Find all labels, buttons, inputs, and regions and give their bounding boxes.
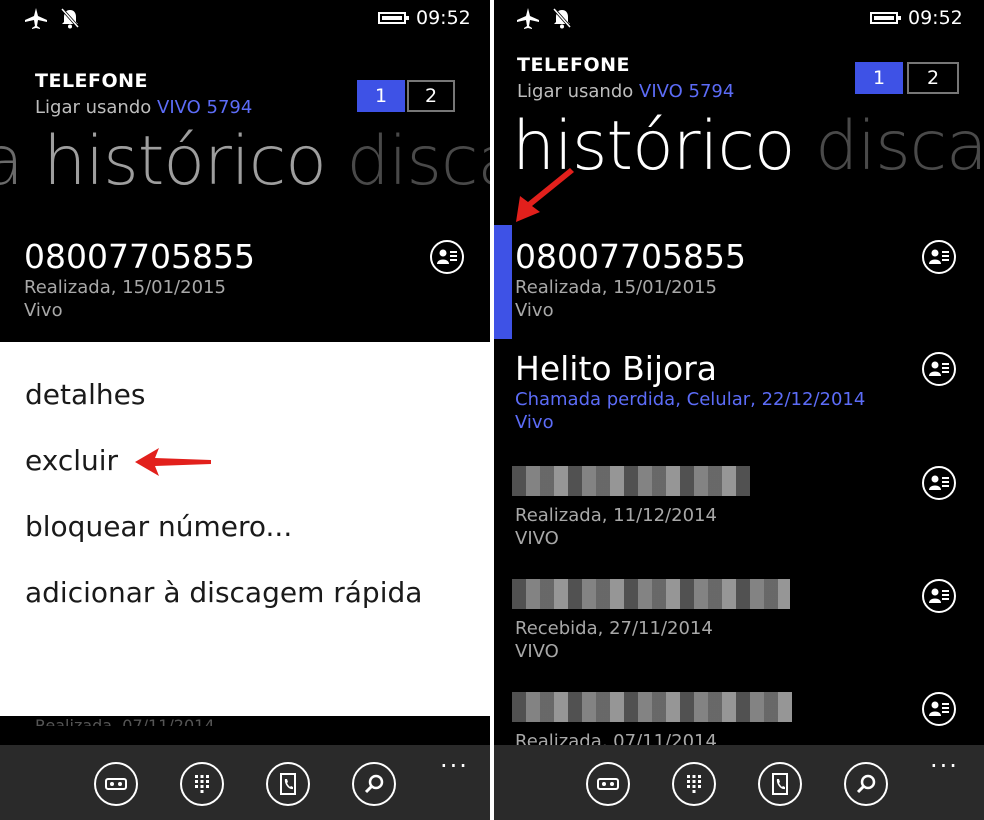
alarm-off-icon — [552, 8, 572, 29]
contact-card-icon[interactable] — [922, 579, 956, 613]
contacts-button[interactable] — [266, 762, 310, 806]
sim-2-button[interactable]: 2 — [407, 80, 455, 112]
blurred-contact-name — [512, 466, 750, 496]
battery-icon — [378, 12, 409, 24]
call-entry-name: 08007705855 — [515, 237, 746, 276]
call-entry[interactable]: Realizada, 07/11/2014 — [515, 730, 717, 745]
call-entry-detail: Recebida, 27/11/2014 — [515, 618, 713, 639]
status-bar: 09:52 — [0, 0, 490, 36]
contact-card-icon[interactable] — [922, 466, 956, 500]
sim-1-button[interactable]: 1 — [855, 62, 903, 94]
status-time: 09:52 — [908, 7, 963, 29]
subtitle-prefix: Ligar usando — [35, 97, 157, 118]
call-entry-detail: Chamada perdida, Celular, 22/12/2014 — [515, 389, 866, 410]
red-arrow-annotation — [516, 168, 574, 222]
menu-item-excluir[interactable]: excluir — [25, 444, 118, 477]
contacts-icon — [280, 773, 296, 795]
keypad-icon — [195, 775, 209, 793]
pivot-discagem[interactable]: discag — [815, 107, 984, 186]
pivot-prev[interactable]: a — [0, 122, 24, 201]
call-entry-detail: Realizada, 15/01/2015 — [24, 277, 226, 298]
more-options-button[interactable]: ... — [440, 747, 469, 771]
airplane-icon — [517, 8, 539, 29]
call-entry[interactable]: 08007705855 Realizada, 15/01/2015 Vivo — [515, 238, 746, 322]
app-bar: ... — [494, 745, 984, 820]
blurred-contact-name — [512, 692, 792, 722]
sim-1-button[interactable]: 1 — [357, 80, 405, 112]
call-entry[interactable]: Helito Bijora Chamada perdida, Celular, … — [515, 350, 865, 434]
call-entry[interactable]: Recebida, 27/11/2014 VIVO — [515, 617, 713, 663]
contact-card-icon[interactable] — [922, 352, 956, 386]
pivot-discagem[interactable]: discag — [346, 122, 490, 201]
status-time: 09:52 — [416, 7, 471, 29]
voicemail-icon — [105, 778, 127, 790]
keypad-button[interactable] — [180, 762, 224, 806]
contact-card-icon[interactable] — [922, 692, 956, 726]
contact-card-icon[interactable] — [430, 240, 464, 274]
call-entry[interactable]: Realizada, 11/12/2014 VIVO — [515, 504, 717, 550]
call-entry-carrier: VIVO — [515, 528, 559, 549]
carrier-name[interactable]: VIVO 5794 — [157, 97, 252, 118]
pivot-historico[interactable]: histórico — [43, 122, 327, 201]
pivot-header: histórico discag — [512, 107, 984, 186]
search-icon — [856, 774, 876, 794]
keypad-button[interactable] — [672, 762, 716, 806]
battery-icon — [870, 12, 901, 24]
voicemail-button[interactable] — [586, 762, 630, 806]
app-title: TELEFONE — [517, 54, 631, 76]
blurred-contact-name — [512, 579, 790, 609]
menu-item-discagem-rapida[interactable]: adicionar à discagem rápida — [25, 576, 422, 609]
context-menu: detalhes excluir bloquear número... adic… — [0, 342, 490, 716]
call-entry-name: Helito Bijora — [515, 349, 718, 388]
app-subtitle: Ligar usando VIVO 5794 — [517, 81, 734, 102]
call-entry-name: 08007705855 — [24, 237, 255, 276]
search-icon — [364, 774, 384, 794]
call-entry-detail: Realizada, 07/11/2014 — [515, 731, 717, 745]
menu-item-detalhes[interactable]: detalhes — [25, 378, 145, 411]
contacts-icon — [772, 773, 788, 795]
sim-2-button[interactable]: 2 — [907, 62, 959, 94]
call-entry[interactable]: 08007705855 Realizada, 15/01/2015 Vivo — [24, 238, 255, 322]
more-options-button[interactable]: ... — [930, 747, 959, 771]
cut-entry-text: Realizada, 07/11/2014 — [35, 716, 215, 726]
selection-indicator — [494, 225, 512, 339]
app-subtitle: Ligar usando VIVO 5794 — [35, 97, 252, 118]
right-phone-screen: 09:52 TELEFONE Ligar usando VIVO 5794 1 … — [494, 0, 984, 820]
voicemail-button[interactable] — [94, 762, 138, 806]
app-title: TELEFONE — [35, 70, 149, 92]
red-arrow-annotation — [135, 448, 211, 476]
status-bar: 09:52 — [494, 0, 984, 36]
search-button[interactable] — [844, 762, 888, 806]
app-bar: ... — [0, 745, 490, 820]
keypad-icon — [687, 775, 701, 793]
call-entry-carrier: Vivo — [515, 300, 554, 321]
alarm-off-icon — [60, 8, 80, 29]
voicemail-icon — [597, 778, 619, 790]
search-button[interactable] — [352, 762, 396, 806]
call-entry-carrier: VIVO — [515, 641, 559, 662]
contacts-button[interactable] — [758, 762, 802, 806]
carrier-name[interactable]: VIVO 5794 — [639, 81, 734, 102]
call-entry-carrier: Vivo — [24, 300, 63, 321]
call-entry-detail: Realizada, 11/12/2014 — [515, 505, 717, 526]
pivot-header: a histórico discag — [0, 122, 490, 201]
subtitle-prefix: Ligar usando — [517, 81, 639, 102]
call-entry-detail: Realizada, 15/01/2015 — [515, 277, 717, 298]
airplane-icon — [25, 8, 47, 29]
menu-item-bloquear[interactable]: bloquear número... — [25, 510, 292, 543]
left-phone-screen: 09:52 TELEFONE Ligar usando VIVO 5794 1 … — [0, 0, 490, 820]
call-entry-carrier: Vivo — [515, 412, 554, 433]
contact-card-icon[interactable] — [922, 240, 956, 274]
